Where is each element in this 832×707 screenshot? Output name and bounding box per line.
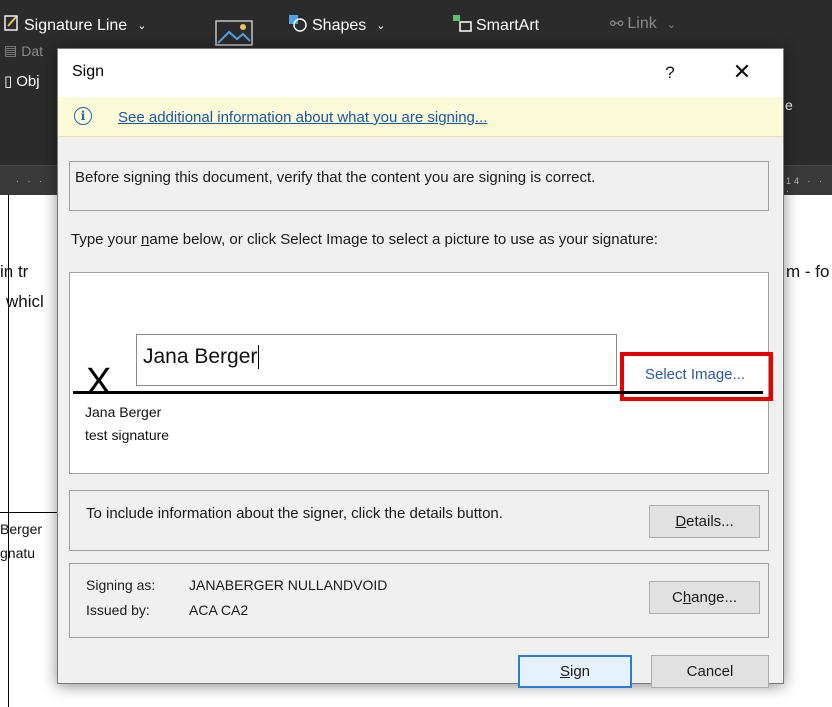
shapes-icon	[288, 14, 308, 37]
link-icon: ⚯	[610, 16, 624, 33]
picture-icon	[215, 20, 253, 51]
document-text: in tr	[0, 262, 29, 281]
text-caret	[258, 345, 260, 370]
dialog-title: Sign	[72, 63, 105, 80]
document-text: m - fo	[786, 262, 830, 281]
change-button[interactable]: Ch ange...	[649, 581, 760, 614]
sign-button[interactable]: Sign	[518, 655, 632, 688]
certificate-group: Signing as: JANABERGER NULLANDVOID Issued…	[69, 563, 769, 638]
help-button[interactable]: ?	[655, 59, 685, 87]
issued-by-value: ACA CA2	[189, 602, 249, 618]
signature-area: X Jana Berger Select Image... Jana Berge…	[69, 272, 773, 474]
document-text: Berger	[0, 521, 43, 537]
chevron-down-icon: ⌄	[376, 20, 386, 32]
document-text: whicl	[6, 292, 44, 311]
signature-line	[73, 391, 763, 394]
document-text: gnatu	[0, 545, 36, 561]
signature-line-icon	[4, 14, 20, 37]
object-button[interactable]: ▯ Obj	[4, 72, 40, 91]
chevron-down-icon: ⌄	[137, 20, 147, 32]
additional-info-link[interactable]: See additional information about what yo…	[118, 109, 487, 126]
signature-name-input[interactable]: Jana Berger	[136, 334, 617, 386]
signature-x-mark: X	[86, 361, 112, 403]
shapes-button[interactable]: Shapes ⌄	[288, 14, 385, 37]
info-icon: i	[74, 107, 92, 125]
suggested-signer-name: Jana Berger	[85, 404, 162, 420]
ruler-ticks-left: · · ·	[16, 176, 45, 186]
signing-as-value: JANABERGER NULLANDVOID	[189, 577, 388, 593]
smartart-button[interactable]: SmartArt	[452, 14, 539, 37]
dialog-titlebar: Sign ? ✕	[58, 49, 783, 97]
ruler-ticks-right: 14 · · ·	[786, 176, 826, 196]
document-signature-line	[0, 512, 57, 513]
signature-instruction: Type your name below, or click Select Im…	[71, 231, 658, 248]
details-group: To include information about the signer,…	[69, 490, 769, 551]
suggested-signer-title: test signature	[85, 427, 170, 443]
issued-by-row: Issued by: ACA CA2	[86, 602, 248, 618]
info-bar: i See additional information about what …	[58, 97, 783, 137]
signing-as-row: Signing as: JANABERGER NULLANDVOID	[86, 577, 387, 593]
close-button[interactable]: ✕	[724, 57, 760, 87]
chevron-down-icon: ⌄	[666, 18, 676, 31]
link-button[interactable]: ⚯ Link ⌄	[610, 14, 676, 34]
details-button[interactable]: Details...	[649, 505, 760, 538]
verify-message: Before signing this document, verify tha…	[75, 169, 596, 186]
verify-message-box: Before signing this document, verify tha…	[69, 161, 769, 211]
calendar-icon: ▤	[4, 42, 18, 58]
signature-line-button[interactable]: Signature Line ⌄	[4, 14, 146, 37]
sign-dialog: Sign ? ✕ i See additional information ab…	[57, 48, 784, 688]
signing-as-label: Signing as:	[86, 577, 156, 593]
ribbon-fragment: e	[785, 97, 793, 113]
cancel-button[interactable]: Cancel	[651, 655, 769, 688]
close-icon: ✕	[732, 59, 752, 84]
issued-by-label: Issued by:	[86, 602, 150, 618]
smartart-icon	[452, 14, 472, 37]
pictures-button[interactable]	[215, 20, 253, 51]
date-time-button[interactable]: ▤ Dat	[4, 42, 43, 59]
details-message: To include information about the signer,…	[86, 505, 503, 522]
object-icon: ▯	[4, 73, 13, 90]
